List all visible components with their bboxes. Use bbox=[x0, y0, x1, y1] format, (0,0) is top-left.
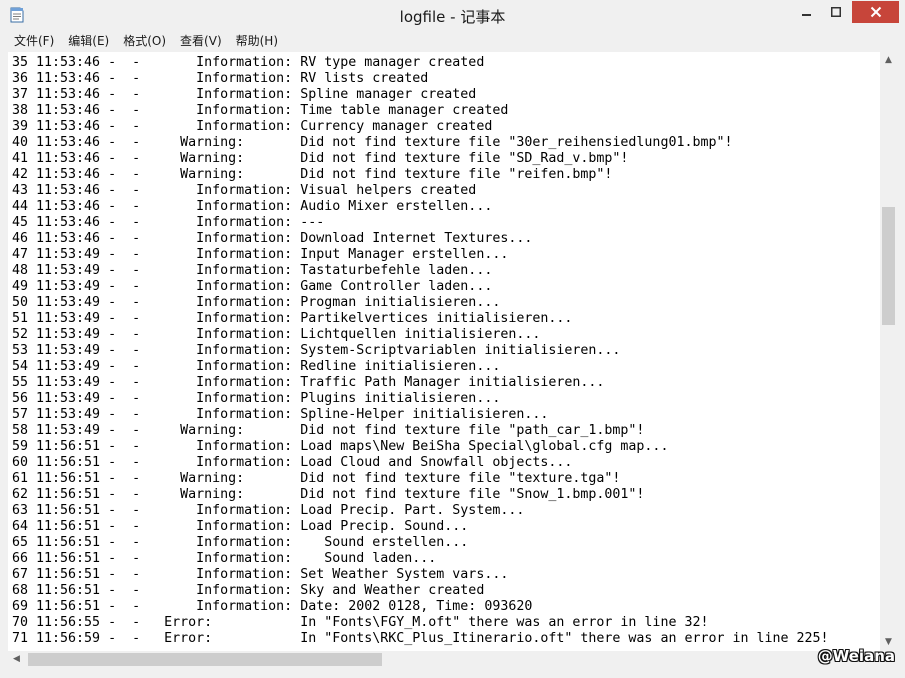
log-line: 49 11:53:49 - - Information: Game Contro… bbox=[12, 279, 493, 294]
log-line: 64 11:56:51 - - Information: Load Precip… bbox=[12, 519, 469, 534]
title-bar[interactable]: logfile - 记事本 bbox=[0, 0, 905, 31]
text-editor[interactable]: 35 11:53:46 - - Information: RV type man… bbox=[8, 52, 880, 651]
scroll-left-button[interactable]: ◀ bbox=[8, 651, 25, 668]
close-icon bbox=[870, 6, 881, 18]
log-line: 44 11:53:46 - - Information: Audio Mixer… bbox=[12, 199, 493, 214]
horizontal-scroll-thumb[interactable] bbox=[28, 653, 382, 666]
maximize-button[interactable] bbox=[822, 1, 849, 23]
window-title: logfile - 记事本 bbox=[399, 8, 506, 26]
log-line: 54 11:53:49 - - Information: Redline ini… bbox=[12, 359, 501, 374]
log-line: 65 11:56:51 - - Information: Sound erste… bbox=[12, 535, 469, 550]
menu-file[interactable]: 文件(F) bbox=[0, 31, 61, 52]
menu-view[interactable]: 查看(V) bbox=[173, 31, 229, 52]
log-line: 61 11:56:51 - - Warning: Did not find te… bbox=[12, 471, 621, 486]
menu-help[interactable]: 帮助(H) bbox=[229, 31, 285, 52]
log-line: 69 11:56:51 - - Information: Date: 2002 … bbox=[12, 599, 533, 614]
log-line: 59 11:56:51 - - Information: Load maps\N… bbox=[12, 439, 669, 454]
notepad-window: logfile - 记事本 文件(F) 编辑(E) 格式(O) 查看(V) 帮助… bbox=[0, 0, 905, 678]
horizontal-scrollbar[interactable]: ◀ ▶ bbox=[8, 651, 880, 668]
close-button[interactable] bbox=[852, 1, 899, 23]
log-line: 67 11:56:51 - - Information: Set Weather… bbox=[12, 567, 509, 582]
log-line: 51 11:53:49 - - Information: Partikelver… bbox=[12, 311, 573, 326]
log-line: 50 11:53:49 - - Information: Progman ini… bbox=[12, 295, 501, 310]
arrow-left-icon: ◀ bbox=[13, 654, 20, 664]
log-line: 63 11:56:51 - - Information: Load Precip… bbox=[12, 503, 525, 518]
log-line: 66 11:56:51 - - Information: Sound laden… bbox=[12, 551, 437, 566]
log-line: 56 11:53:49 - - Information: Plugins ini… bbox=[12, 391, 501, 406]
menu-edit[interactable]: 编辑(E) bbox=[61, 31, 116, 52]
log-line: 38 11:53:46 - - Information: Time table … bbox=[12, 103, 509, 118]
log-line: 35 11:53:46 - - Information: RV type man… bbox=[12, 55, 485, 70]
scroll-up-button[interactable]: ▲ bbox=[880, 52, 897, 69]
editor-area: 35 11:53:46 - - Information: RV type man… bbox=[8, 52, 897, 668]
log-line: 57 11:53:49 - - Information: Spline-Help… bbox=[12, 407, 549, 422]
log-line: 46 11:53:46 - - Information: Download In… bbox=[12, 231, 533, 246]
minimize-button[interactable] bbox=[793, 1, 820, 23]
log-line: 55 11:53:49 - - Information: Traffic Pat… bbox=[12, 375, 605, 390]
log-line: 40 11:53:46 - - Warning: Did not find te… bbox=[12, 135, 733, 150]
log-line: 36 11:53:46 - - Information: RV lists cr… bbox=[12, 71, 429, 86]
log-line: 45 11:53:46 - - Information: --- bbox=[12, 215, 325, 230]
vertical-scroll-thumb[interactable] bbox=[882, 207, 895, 325]
log-line: 71 11:56:59 - - Error: In "Fonts\RKC_Plu… bbox=[12, 631, 829, 646]
log-line: 41 11:53:46 - - Warning: Did not find te… bbox=[12, 151, 629, 166]
vertical-scrollbar[interactable]: ▲ ▼ bbox=[880, 52, 897, 651]
arrow-down-icon: ▼ bbox=[885, 637, 892, 647]
log-line: 47 11:53:49 - - Information: Input Manag… bbox=[12, 247, 509, 262]
log-line: 53 11:53:49 - - Information: System-Scri… bbox=[12, 343, 621, 358]
menu-bar: 文件(F) 编辑(E) 格式(O) 查看(V) 帮助(H) bbox=[0, 31, 905, 52]
log-line: 42 11:53:46 - - Warning: Did not find te… bbox=[12, 167, 613, 182]
log-line: 39 11:53:46 - - Information: Currency ma… bbox=[12, 119, 493, 134]
watermark: @Weiana bbox=[817, 647, 895, 665]
log-line: 48 11:53:49 - - Information: Tastaturbef… bbox=[12, 263, 493, 278]
log-line: 52 11:53:49 - - Information: Lichtquelle… bbox=[12, 327, 541, 342]
arrow-up-icon: ▲ bbox=[885, 55, 892, 65]
log-line: 62 11:56:51 - - Warning: Did not find te… bbox=[12, 487, 645, 502]
log-line: 43 11:53:46 - - Information: Visual help… bbox=[12, 183, 477, 198]
log-line: 60 11:56:51 - - Information: Load Cloud … bbox=[12, 455, 573, 470]
minimize-icon bbox=[801, 14, 811, 16]
log-line: 58 11:53:49 - - Warning: Did not find te… bbox=[12, 423, 645, 438]
log-line: 37 11:53:46 - - Information: Spline mana… bbox=[12, 87, 477, 102]
menu-format[interactable]: 格式(O) bbox=[116, 31, 173, 52]
maximize-icon bbox=[830, 7, 841, 17]
log-line: 68 11:56:51 - - Information: Sky and Wea… bbox=[12, 583, 485, 598]
log-line: 70 11:56:55 - - Error: In "Fonts\FGY_M.o… bbox=[12, 615, 709, 630]
